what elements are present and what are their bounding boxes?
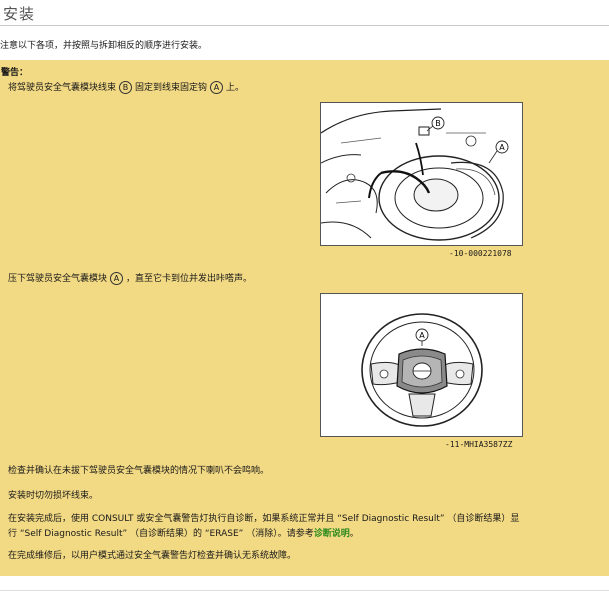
step-1-text: 将驾驶员安全气囊模块线束 B 固定到线束固定钩 A 上。 [8, 80, 244, 94]
warning-label: 警告： [1, 68, 29, 78]
steering-wheel-illustration: A [321, 294, 522, 436]
harness-routing-illustration: A B [320, 103, 522, 245]
step-1-mid: 固定到线束固定钩 [135, 83, 208, 93]
para-self-diagnosis-line2: 行 “Self Diagnostic Result” （自诊断结果）的 “ERA… [8, 526, 359, 539]
para-horn-check: 检查并确认在未拔下驾驶员安全气囊模块的情况下喇叭不会鸣响。 [8, 466, 270, 476]
step-2-post: ，直至它卡到位并发出咔嗒声。 [126, 274, 253, 284]
step-1-pre: 将驾驶员安全气囊模块线束 [8, 83, 117, 93]
figure-2-caption: -11-MHIA3587ZZ [445, 440, 513, 449]
fig1-callout-b: B [435, 119, 441, 128]
diagnosis-description-link[interactable]: 诊断说明 [314, 529, 350, 539]
fig1-callout-a: A [499, 143, 505, 152]
step-2-callout-a: A [110, 272, 124, 285]
callout-b-marker: B [119, 81, 133, 94]
figure-1-caption: -10-000221078 [449, 249, 512, 258]
step-1-post: 上。 [226, 83, 245, 93]
step-2-text: 压下驾驶员安全气囊模块 A ，直至它卡到位并发出咔嗒声。 [8, 271, 252, 285]
para-final-check: 在完成维修后，以用户模式通过安全气囊警告灯检查并确认无系统故障。 [8, 551, 297, 561]
figure-harness-routing: A B [320, 102, 523, 246]
step-2-pre: 压下驾驶员安全气囊模块 [8, 274, 108, 284]
bottom-divider [0, 590, 609, 591]
para-self-diagnosis-line1: 在安装完成后，使用 CONSULT 或安全气囊警告灯执行自诊断，如果系统正常并且… [8, 514, 520, 524]
title-divider [0, 25, 609, 26]
warning-box: 警告： 将驾驶员安全气囊模块线束 B 固定到线束固定钩 A 上。 A B -10… [0, 60, 609, 576]
self-diagnosis-line2-post: 。 [349, 529, 359, 539]
intro-text: 注意以下各项，并按照与拆卸相反的顺序进行安装。 [0, 41, 208, 51]
page-title: 安装 [3, 5, 36, 23]
self-diagnosis-line2-pre: 行 “Self Diagnostic Result” （自诊断结果）的 “ERA… [8, 529, 314, 539]
para-harness-care: 安装时切勿损坏线束。 [8, 491, 99, 501]
fig2-callout-a: A [419, 331, 425, 340]
callout-a-marker: A [210, 81, 224, 94]
figure-steering-wheel: A [320, 293, 523, 437]
